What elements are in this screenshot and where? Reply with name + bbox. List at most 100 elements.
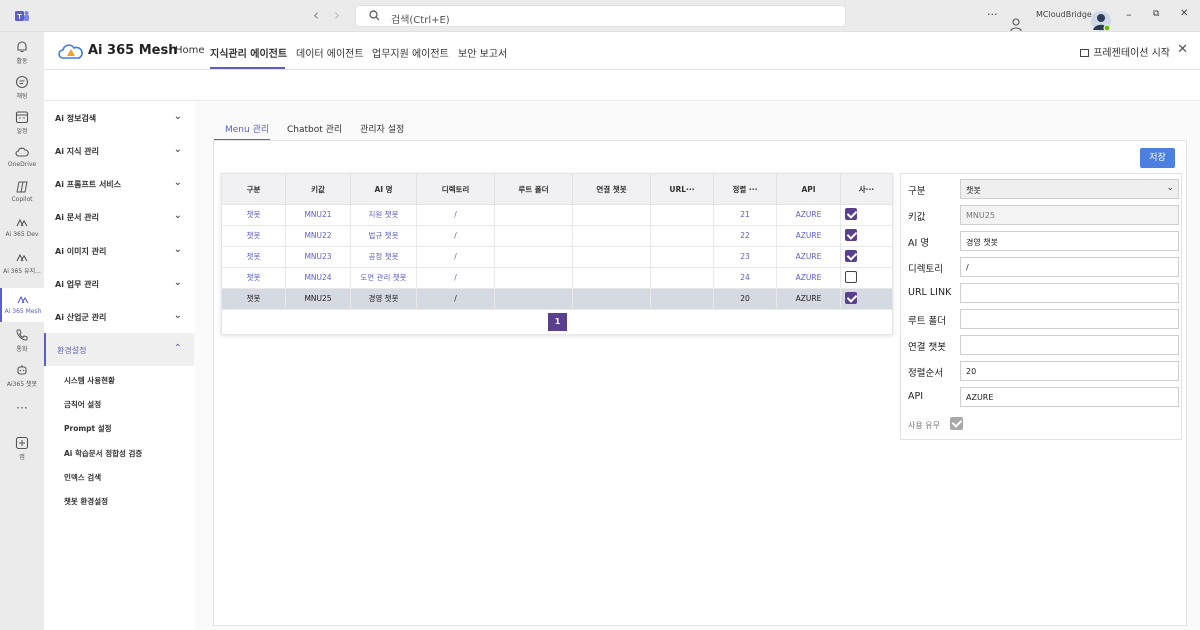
rail-apps[interactable]: 앱 [0,432,44,466]
cell-order: 23 [714,247,777,267]
cell-order: 20 [714,289,777,309]
rail-activity[interactable]: 활동 [0,36,44,70]
table-row[interactable]: 챗봇 MNU24 도면 관리 챗봇 / 24 AZURE [222,268,892,289]
col-use[interactable]: 사··· [841,174,892,205]
api-field[interactable]: AZURE [960,387,1179,407]
category-select[interactable]: 챗봇 ⌄ [960,179,1179,199]
tab-menu[interactable]: Menu 관리 [225,122,269,135]
copilot-icon [16,181,28,193]
back-arrow-icon[interactable]: ‹ [313,6,319,24]
use-checkbox[interactable] [845,229,857,241]
sidebar-sub-doc-validation[interactable]: Ai 학습문서 정합성 검증 [64,448,142,459]
sidebar-sub-index-search[interactable]: 인덱스 검색 [64,472,101,483]
sort-order-field[interactable]: 20 [960,361,1179,381]
col-directory[interactable]: 디렉토리 [417,174,495,205]
linked-chatbot-field[interactable] [960,335,1179,355]
tab-chatbot[interactable]: Chatbot 관리 [287,122,342,135]
col-root-folder[interactable]: 루트 폴더 [495,174,573,205]
pagination-page-button[interactable]: 1 [548,313,567,331]
nav-security-report[interactable]: 보안 보고서 [458,45,507,60]
rail-label: OneDrive [7,161,37,168]
rail-ai365-mesh[interactable]: Ai 365 Mesh [0,288,44,322]
cell-key: MNU22 [286,226,351,246]
cell-root-folder [495,205,573,225]
rail-chat[interactable]: 채팅 [0,71,44,105]
sidebar-sub-banned-words[interactable]: 금칙어 설정 [64,399,101,410]
sidebar-item-documents[interactable]: Ai 문서 관리 ⌄ [44,200,194,233]
col-linked-chatbot[interactable]: 연결 챗봇 [573,174,651,205]
col-order[interactable]: 정렬 ··· [714,174,777,205]
use-checkbox[interactable] [845,271,857,283]
use-checkbox[interactable] [845,250,857,262]
use-checkbox[interactable] [845,208,857,220]
sidebar-item-label: Ai 업무 관리 [55,280,99,289]
url-link-field[interactable] [960,283,1179,303]
sidebar-item-industry[interactable]: Ai 산업군 관리 ⌄ [44,300,194,333]
rail-ai365-chatbot[interactable]: Ai365 챗봇 [0,359,44,393]
forward-arrow-icon[interactable]: › [334,6,340,24]
close-app-icon[interactable]: ✕ [1177,42,1188,57]
sidebar-item-label: Ai 정보검색 [55,114,97,123]
form-row-name: AI 명 경영 챗봇 [901,231,1183,251]
col-ai-name[interactable]: AI 명 [351,174,417,205]
rail-ai365-dev[interactable]: Ai 365 Dev [0,211,44,245]
rail-calendar[interactable]: 일정 [0,106,44,140]
use-checkbox-disabled [950,417,963,430]
ai-name-field[interactable]: 경영 챗봇 [960,231,1179,251]
col-key[interactable]: 키값 [286,174,351,205]
cell-category: 챗봇 [222,226,286,246]
cell-ai-name: 공정 챗봇 [351,247,417,267]
col-category[interactable]: 구분 [222,174,286,205]
cell-order: 24 [714,268,777,288]
tab-admin[interactable]: 관리자 설정 [360,122,404,135]
rail-more[interactable]: ··· [0,397,44,431]
search-input[interactable]: 검색(Ctrl+E) [355,5,846,27]
rail-copilot[interactable]: Copilot [0,176,44,210]
sidebar-sub-prompt[interactable]: Prompt 설정 [64,423,112,434]
sidebar-item-settings[interactable]: 환경설정 ⌃ [44,333,194,366]
table-row[interactable]: 챗봇 MNU23 공정 챗봇 / 23 AZURE [222,247,892,268]
sidebar-item-tasks[interactable]: Ai 업무 관리 ⌄ [44,267,194,300]
nav-data-agent[interactable]: 데이터 에이전트 [296,45,364,60]
col-api[interactable]: API [777,174,841,205]
nav-home[interactable]: Home [175,45,205,56]
form-row-linked: 연결 챗봇 [901,335,1183,355]
cell-key: MNU23 [286,247,351,267]
col-url[interactable]: URL··· [651,174,714,205]
table-row[interactable]: 챗봇 MNU22 법규 챗봇 / 22 AZURE [222,226,892,247]
save-button[interactable]: 저장 [1140,148,1175,168]
rail-ai365-maint[interactable]: Ai 365 유지... [0,246,44,280]
use-checkbox[interactable] [845,292,857,304]
root-folder-field[interactable] [960,309,1179,329]
directory-field[interactable]: / [960,257,1179,277]
sidebar-item-knowledge[interactable]: Ai 지식 관리 ⌄ [44,134,194,167]
cell-linked-chatbot [573,226,651,246]
sidebar-item-prompt[interactable]: Ai 프롬프트 서비스 ⌄ [44,167,194,200]
nav-knowledge-agent[interactable]: 지식관리 에이전트 [210,45,287,60]
rail-label: Ai 365 Mesh [4,308,42,315]
cell-directory: / [417,226,495,246]
cell-use [841,205,892,225]
rail-label: 활동 [16,58,28,65]
table-row-selected[interactable]: 챗봇 MNU25 경영 챗봇 / 20 AZURE [222,289,892,310]
sidebar-item-search[interactable]: Ai 정보검색 ⌄ [44,101,194,134]
table-row[interactable]: 챗봇 MNU21 지원 챗봇 / 21 AZURE [222,205,892,226]
form-row-root: 루트 폴더 [901,309,1183,329]
teams-logo-icon: T [15,11,29,21]
cell-use [841,268,892,288]
rail-calls[interactable]: 통화 [0,324,44,358]
sidebar-item-label: 환경설정 [57,346,87,355]
sidebar-item-images[interactable]: Ai 이미지 관리 ⌄ [44,234,194,267]
cell-category: 챗봇 [222,268,286,288]
sidebar-sub-usage[interactable]: 시스템 사용현황 [64,375,115,386]
present-button[interactable]: 프레젠테이션 시작 [1080,44,1170,59]
nav-work-agent[interactable]: 업무지원 에이전트 [372,45,449,60]
rail-onedrive[interactable]: OneDrive [0,141,44,175]
sidebar-sub-chatbot-settings[interactable]: 챗봇 환경설정 [64,496,108,507]
sidebar-item-label: Ai 문서 관리 [55,213,99,222]
cell-category: 챗봇 [222,289,286,309]
brand-logo-icon [58,44,83,59]
cell-directory: / [417,289,495,309]
cell-ai-name: 경영 챗봇 [351,289,417,309]
menu-table: 구분 키값 AI 명 디렉토리 루트 폴더 연결 챗봇 URL··· 정렬 ··… [221,173,893,335]
